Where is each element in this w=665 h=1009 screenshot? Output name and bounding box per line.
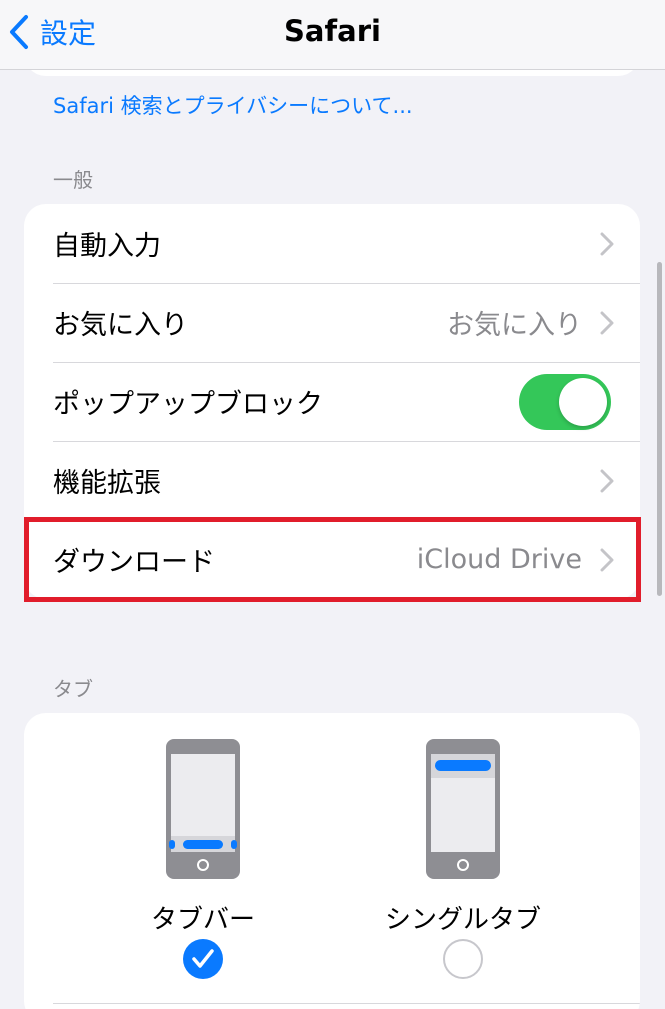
- page-title: Safari: [284, 14, 381, 48]
- row-label: お気に入り: [53, 310, 188, 341]
- section-label-tabs: タブ: [53, 677, 93, 701]
- safari-settings-screen: 設定 Safari Safari 検索とプライバシーについて... 一般 自動入…: [0, 0, 665, 1009]
- navigation-bar: 設定 Safari: [0, 0, 665, 70]
- row-value: iCloud Drive: [416, 544, 582, 575]
- divider: [53, 1003, 640, 1004]
- chevron-right-icon: [600, 232, 614, 256]
- row-autofill[interactable]: 自動入力: [24, 204, 640, 283]
- row-favorites[interactable]: お気に入り お気に入り: [24, 283, 640, 362]
- general-settings-card: 自動入力 お気に入り お気に入り ポップアップブロック 機能拡張 ダウンロード …: [24, 204, 640, 599]
- tab-option-label: シングルタブ: [384, 905, 541, 935]
- popup-block-toggle[interactable]: [519, 373, 611, 430]
- row-label: ポップアップブロック: [53, 389, 323, 420]
- radio-selected[interactable]: [183, 939, 223, 979]
- scroll-indicator[interactable]: [657, 262, 662, 596]
- row-extensions[interactable]: 機能拡張: [24, 441, 640, 520]
- chevron-right-icon: [600, 311, 614, 335]
- tab-option-label: タブバー: [150, 905, 255, 935]
- tab-layout-card: タブバー シングルタブ: [24, 713, 640, 1009]
- row-label: 機能拡張: [53, 468, 161, 499]
- row-label: ダウンロード: [53, 547, 215, 578]
- row-downloads[interactable]: ダウンロード iCloud Drive: [24, 520, 640, 599]
- toggle-knob: [559, 377, 607, 426]
- row-value: お気に入り: [447, 310, 582, 341]
- privacy-link[interactable]: Safari 検索とプライバシーについて...: [53, 90, 413, 120]
- chevron-right-icon: [600, 469, 614, 493]
- section-label-general: 一般: [53, 168, 93, 192]
- chevron-right-icon: [600, 548, 614, 572]
- row-label: 自動入力: [53, 231, 161, 262]
- radio-unselected[interactable]: [443, 939, 483, 979]
- row-popup-block: ポップアップブロック: [24, 362, 640, 441]
